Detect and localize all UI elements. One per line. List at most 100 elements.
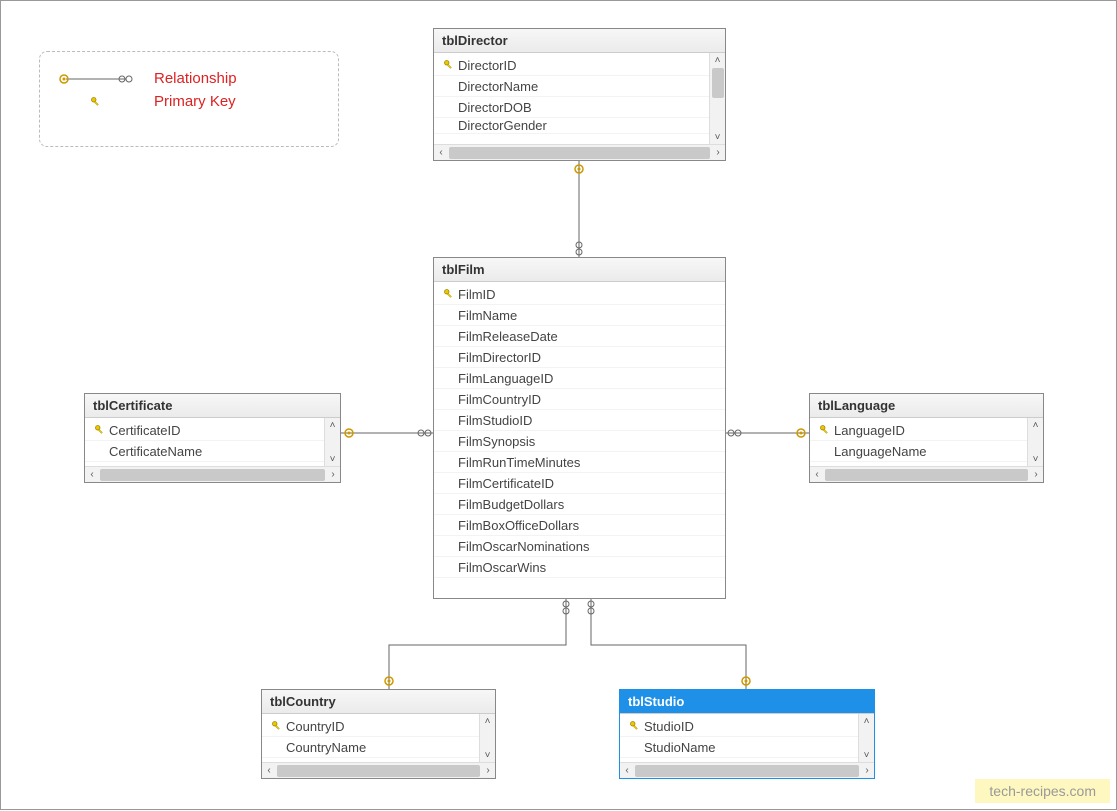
- column-name: FilmID: [458, 287, 721, 302]
- table-row[interactable]: FilmCountryID: [434, 389, 725, 410]
- table-country-body: ˄ ˅ CountryID CountryName ‹ ›: [262, 714, 495, 778]
- table-language-header[interactable]: tblLanguage: [810, 394, 1043, 418]
- table-film-header[interactable]: tblFilm: [434, 258, 725, 282]
- table-row[interactable]: FilmOscarNominations: [434, 536, 725, 557]
- table-studio-body: ˄ ˅ StudioID StudioName ‹ ›: [620, 714, 874, 778]
- table-row[interactable]: LanguageID: [810, 420, 1027, 441]
- table-director[interactable]: tblDirector ˄ ˅ DirectorID DirectorName: [433, 28, 726, 161]
- table-film[interactable]: tblFilm FilmID FilmName FilmReleaseDate …: [433, 257, 726, 599]
- column-name: DirectorName: [458, 79, 705, 94]
- table-row[interactable]: FilmStudioID: [434, 410, 725, 431]
- table-language[interactable]: tblLanguage ˄ ˅ LanguageID LanguageName …: [809, 393, 1044, 483]
- primary-key-icon: [91, 424, 109, 436]
- table-row[interactable]: CertificateID: [85, 420, 324, 441]
- primary-key-icon: [816, 424, 834, 436]
- scroll-right-icon[interactable]: ›: [860, 763, 874, 778]
- column-name: StudioName: [644, 740, 854, 755]
- scroll-down-icon[interactable]: ˅: [480, 748, 495, 762]
- scroll-left-icon[interactable]: ‹: [620, 763, 634, 778]
- table-row[interactable]: FilmLanguageID: [434, 368, 725, 389]
- scroll-right-icon[interactable]: ›: [1029, 467, 1043, 482]
- diagram-canvas: Relationship Primary Key: [0, 0, 1117, 810]
- scroll-right-icon[interactable]: ›: [711, 145, 725, 160]
- table-row[interactable]: FilmReleaseDate: [434, 326, 725, 347]
- column-name: FilmLanguageID: [458, 371, 721, 386]
- table-certificate-body: ˄ ˅ CertificateID CertificateName ‹ ›: [85, 418, 340, 482]
- table-row[interactable]: DirectorID: [434, 55, 709, 76]
- table-row[interactable]: FilmCertificateID: [434, 473, 725, 494]
- scroll-down-icon[interactable]: ˅: [325, 452, 340, 466]
- table-row[interactable]: CountryID: [262, 716, 479, 737]
- scrollbar-vertical[interactable]: ˄ ˅: [709, 53, 725, 144]
- legend-primary-key-label: Primary Key: [154, 93, 236, 110]
- scrollbar-vertical[interactable]: ˄ ˅: [858, 714, 874, 762]
- table-certificate[interactable]: tblCertificate ˄ ˅ CertificateID Certifi…: [84, 393, 341, 483]
- table-studio-header[interactable]: tblStudio: [620, 690, 874, 714]
- table-row[interactable]: FilmID: [434, 284, 725, 305]
- table-country-header[interactable]: tblCountry: [262, 690, 495, 714]
- column-name: FilmOscarNominations: [458, 539, 721, 554]
- table-row[interactable]: FilmName: [434, 305, 725, 326]
- scroll-down-icon[interactable]: ˅: [1028, 452, 1043, 466]
- table-row[interactable]: CountryName: [262, 737, 479, 758]
- primary-key-icon: [626, 720, 644, 732]
- scroll-up-icon[interactable]: ˄: [859, 714, 874, 728]
- scrollbar-vertical[interactable]: ˄ ˅: [479, 714, 495, 762]
- scroll-left-icon[interactable]: ‹: [810, 467, 824, 482]
- scrollbar-vertical[interactable]: ˄ ˅: [324, 418, 340, 466]
- scrollbar-vertical[interactable]: ˄ ˅: [1027, 418, 1043, 466]
- column-name: FilmBudgetDollars: [458, 497, 721, 512]
- relationship-language-film: [726, 429, 809, 437]
- table-film-body: FilmID FilmName FilmReleaseDate FilmDire…: [434, 282, 725, 598]
- table-row[interactable]: FilmOscarWins: [434, 557, 725, 578]
- column-name: DirectorID: [458, 58, 705, 73]
- relationship-symbol: [56, 72, 136, 86]
- relationship-director-film: [575, 161, 583, 257]
- column-name: CountryName: [286, 740, 475, 755]
- scrollbar-horizontal[interactable]: ‹ ›: [810, 466, 1043, 482]
- table-row[interactable]: StudioID: [620, 716, 858, 737]
- column-name: FilmDirectorID: [458, 350, 721, 365]
- table-row[interactable]: DirectorName: [434, 76, 709, 97]
- table-row[interactable]: LanguageName: [810, 441, 1027, 462]
- table-row[interactable]: DirectorDOB: [434, 97, 709, 118]
- table-studio[interactable]: tblStudio ˄ ˅ StudioID StudioName ‹ ›: [619, 689, 875, 779]
- scroll-up-icon[interactable]: ˄: [1028, 418, 1043, 432]
- scroll-up-icon[interactable]: ˄: [325, 418, 340, 432]
- relationship-country-film: [385, 599, 569, 689]
- legend-row-relationship: Relationship: [56, 70, 322, 87]
- table-row[interactable]: FilmSynopsis: [434, 431, 725, 452]
- scrollbar-horizontal[interactable]: ‹ ›: [262, 762, 495, 778]
- legend-relationship-label: Relationship: [154, 70, 237, 87]
- scroll-up-icon[interactable]: ˄: [710, 53, 725, 67]
- table-certificate-header[interactable]: tblCertificate: [85, 394, 340, 418]
- scroll-left-icon[interactable]: ‹: [434, 145, 448, 160]
- table-row[interactable]: FilmRunTimeMinutes: [434, 452, 725, 473]
- table-row[interactable]: FilmBoxOfficeDollars: [434, 515, 725, 536]
- scroll-left-icon[interactable]: ‹: [85, 467, 99, 482]
- primary-key-symbol: [56, 96, 136, 108]
- column-name: CountryID: [286, 719, 475, 734]
- scrollbar-horizontal[interactable]: ‹ ›: [620, 762, 874, 778]
- scroll-right-icon[interactable]: ›: [481, 763, 495, 778]
- table-row[interactable]: DirectorGender: [434, 118, 709, 134]
- column-name: FilmReleaseDate: [458, 329, 721, 344]
- scrollbar-horizontal[interactable]: ‹ ›: [85, 466, 340, 482]
- scroll-left-icon[interactable]: ‹: [262, 763, 276, 778]
- table-row[interactable]: CertificateName: [85, 441, 324, 462]
- table-country[interactable]: tblCountry ˄ ˅ CountryID CountryName ‹: [261, 689, 496, 779]
- table-row[interactable]: FilmBudgetDollars: [434, 494, 725, 515]
- scroll-up-icon[interactable]: ˄: [480, 714, 495, 728]
- column-name: CertificateID: [109, 423, 320, 438]
- scroll-down-icon[interactable]: ˅: [710, 130, 725, 144]
- table-director-body: ˄ ˅ DirectorID DirectorName DirectorD: [434, 53, 725, 160]
- table-director-header[interactable]: tblDirector: [434, 29, 725, 53]
- table-row[interactable]: FilmDirectorID: [434, 347, 725, 368]
- column-name: LanguageID: [834, 423, 1023, 438]
- scrollbar-horizontal[interactable]: ‹ ›: [434, 144, 725, 160]
- column-name: FilmOscarWins: [458, 560, 721, 575]
- relationship-studio-film: [588, 599, 750, 689]
- scroll-down-icon[interactable]: ˅: [859, 748, 874, 762]
- scroll-right-icon[interactable]: ›: [326, 467, 340, 482]
- table-row[interactable]: StudioName: [620, 737, 858, 758]
